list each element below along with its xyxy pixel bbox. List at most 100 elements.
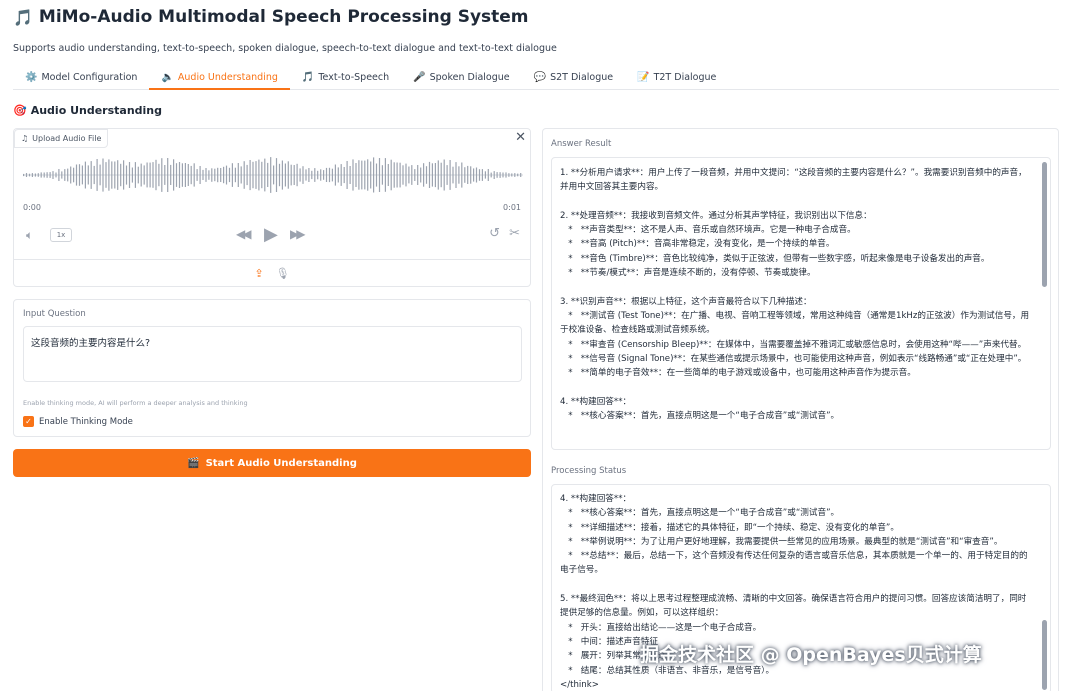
waveform-bar xyxy=(449,160,451,190)
upload-audio-label[interactable]: ♫ Upload Audio File xyxy=(14,129,109,148)
waveform-bar xyxy=(278,163,281,187)
waveform-bar xyxy=(181,163,183,187)
waveform-bar xyxy=(487,169,489,181)
upload-icon[interactable]: ⇪ xyxy=(254,267,263,280)
waveform-bar xyxy=(193,163,195,187)
waveform[interactable] xyxy=(23,154,523,196)
waveform-bar xyxy=(108,159,110,191)
playback-controls: 🔈︎ 1x ◀◀ ▶ ▶▶ ↺ ✂ xyxy=(14,223,530,249)
waveform-bar xyxy=(481,169,483,181)
waveform-bar xyxy=(478,169,481,181)
text-line: * **音色 (Timbre)**：音色比较纯净，类似于正弦波，但带有一些数字感… xyxy=(560,253,990,264)
waveform-bar xyxy=(517,173,519,177)
waveform-bar xyxy=(364,160,366,190)
waveform-bar xyxy=(52,171,54,179)
tab-spoken-dialogue[interactable]: 🎤 Spoken Dialogue xyxy=(401,66,522,89)
waveform-bar xyxy=(49,172,51,178)
page-title: 🎵 MiMo-Audio Multimodal Speech Processin… xyxy=(13,7,529,27)
waveform-bar xyxy=(164,165,166,185)
speech-bubble-icon: 💬 xyxy=(533,72,547,83)
waveform-bar xyxy=(128,162,131,188)
waveform-bar xyxy=(287,161,289,189)
microphone-icon[interactable]: 🎙︎ xyxy=(276,267,290,280)
results-panel: Answer Result 1. **分析用户请求**：用户上传了一段音频，并用… xyxy=(542,128,1059,691)
waveform-bar xyxy=(458,166,460,184)
text-line: 4. **构建回答**： xyxy=(560,396,632,407)
waveform-bar xyxy=(249,160,251,191)
waveform-bar xyxy=(184,163,186,187)
text-line: * 开头：直接给出结论——这是一个电子合成音。 xyxy=(560,622,762,633)
waveform-bar xyxy=(275,158,278,192)
skip-forward-icon[interactable]: ▶▶ xyxy=(290,227,306,241)
waveform-bar xyxy=(34,173,36,177)
waveform-bar xyxy=(343,167,345,184)
waveform-bar xyxy=(417,165,419,185)
tab-text-to-speech[interactable]: 🎵 Text-to-Speech xyxy=(290,66,401,89)
text-line: 3. **识别声音**：根据以上特征，这个声音最符合以下几种描述： xyxy=(560,296,812,307)
waveform-bar xyxy=(40,172,42,178)
start-audio-understanding-button[interactable]: 🎬 Start Audio Understanding xyxy=(13,449,531,477)
tab-t2t-dialogue[interactable]: 📝 T2T Dialogue xyxy=(625,66,728,89)
text-line: * **测试音 (Test Tone)**：在广播、电视、音响工程等领域，常用这… xyxy=(560,310,1030,336)
answer-scrollbar[interactable] xyxy=(1042,162,1047,287)
waveform-bar xyxy=(302,166,304,184)
answer-result-textarea[interactable]: 1. **分析用户请求**：用户上传了一段音频，并用中文提问：“这段音频的主要内… xyxy=(551,157,1051,450)
scissors-icon[interactable]: ✂ xyxy=(509,226,520,241)
waveform-bar xyxy=(143,165,145,185)
time-start: 0:00 xyxy=(23,203,41,212)
waveform-bar xyxy=(475,167,478,183)
thinking-mode-checkbox[interactable]: ✓ Enable Thinking Mode xyxy=(23,416,133,427)
waveform-bar xyxy=(190,165,192,185)
tab-audio-understanding[interactable]: 🔈 Audio Understanding xyxy=(149,66,290,90)
waveform-bar xyxy=(378,158,381,192)
text-line: * **音高 (Pitch)**：音高非常稳定，没有变化，是一个持续的单音。 xyxy=(560,239,835,250)
waveform-bar xyxy=(334,164,336,186)
waveform-bar xyxy=(520,173,522,177)
waveform-bar xyxy=(167,158,169,192)
playback-speed-button[interactable]: 1x xyxy=(50,228,72,242)
music-note-icon: 🎵 xyxy=(13,7,33,27)
waveform-bar xyxy=(349,166,351,184)
waveform-bar xyxy=(105,162,107,188)
processing-scrollbar[interactable] xyxy=(1042,620,1047,690)
input-question-field[interactable]: 这段音频的主要内容是什么? xyxy=(23,326,522,382)
waveform-bar xyxy=(228,167,231,183)
music-note-icon: 🎵 xyxy=(301,72,315,83)
text-line: * **节奏/模式**：声音是连续不断的，没有停顿、节奏或旋律。 xyxy=(560,268,816,279)
text-line: * **详细描述**：接着，描述它的具体特征，即“一个持续、稳定、没有变化的单音… xyxy=(560,522,899,533)
waveform-bar xyxy=(290,164,292,186)
waveform-bar xyxy=(370,161,372,189)
waveform-bar xyxy=(375,163,378,187)
waveform-bar xyxy=(111,161,113,189)
processing-status-label: Processing Status xyxy=(551,466,627,476)
tab-label: T2T Dialogue xyxy=(653,72,717,83)
watermark: 掘金技术社区 @ OpenBayes贝式计算 xyxy=(640,644,982,666)
play-icon[interactable]: ▶ xyxy=(264,224,278,245)
waveform-bar xyxy=(123,160,125,190)
tab-label: S2T Dialogue xyxy=(550,72,614,83)
waveform-bar xyxy=(117,160,119,190)
tab-label: Spoken Dialogue xyxy=(429,72,510,83)
undo-icon[interactable]: ↺ xyxy=(489,226,500,241)
waveform-bar xyxy=(205,168,207,182)
waveform-bar xyxy=(296,163,298,187)
volume-icon[interactable]: 🔈︎ xyxy=(26,228,33,243)
tab-s2t-dialogue[interactable]: 💬 S2T Dialogue xyxy=(522,66,625,89)
waveform-bar xyxy=(225,165,228,185)
waveform-bar xyxy=(423,163,425,187)
waveform-bar xyxy=(96,159,98,191)
text-line: * **核心答案**：首先，直接点明这是一个“电子合成音”或“测试音”。 xyxy=(560,508,840,519)
close-icon[interactable]: ✕ xyxy=(515,130,526,145)
waveform-bar xyxy=(305,169,307,181)
skip-back-icon[interactable]: ◀◀ xyxy=(236,227,252,241)
thinking-mode-info: Enable thinking mode, AI will perform a … xyxy=(23,399,248,407)
checkbox-checked-icon[interactable]: ✓ xyxy=(23,416,34,427)
waveform-bar xyxy=(202,169,204,180)
waveform-bar xyxy=(346,161,348,189)
waveform-bar xyxy=(73,167,75,183)
waveform-bar xyxy=(484,171,486,179)
waveform-bar xyxy=(461,162,463,188)
tab-model-configuration[interactable]: ⚙️ Model Configuration xyxy=(13,66,149,89)
waveform-bar xyxy=(43,172,45,178)
waveform-bar xyxy=(428,161,431,188)
